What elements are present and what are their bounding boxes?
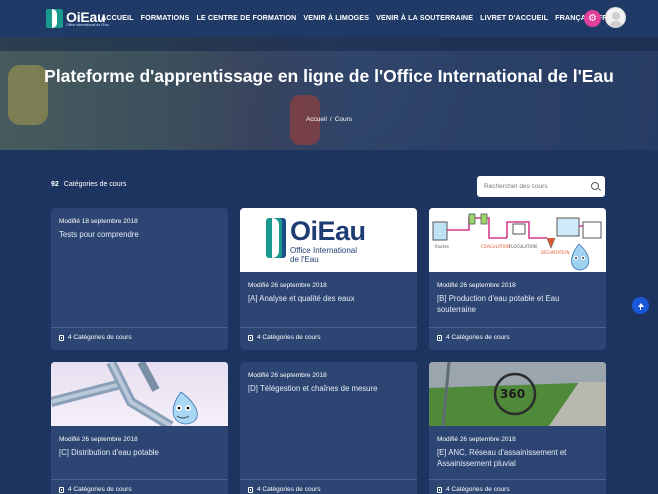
card-title[interactable]: [B] Production d'eau potable et Eau sout… bbox=[437, 293, 599, 315]
nav-item-centre-de-formation[interactable]: LE CENTRE DE FORMATION bbox=[196, 13, 296, 22]
card-image-pipes-illustration bbox=[51, 362, 228, 426]
breadcrumb-item-accueil[interactable]: Accueil bbox=[306, 116, 327, 123]
card-category-count: 4 Catégories de cours bbox=[68, 486, 132, 493]
course-card[interactable]: 360 Modifié 26 septembre 2018 [E] ANC, R… bbox=[429, 362, 606, 494]
gear-icon[interactable]: ⚙ bbox=[584, 10, 601, 27]
card-modified-date: Modifié 26 septembre 2018 bbox=[248, 372, 327, 379]
card-footer[interactable]: 4 Catégories de cours bbox=[248, 486, 321, 493]
card-title[interactable]: [D] Télégestion et chaînes de mesure bbox=[248, 383, 410, 394]
book-icon bbox=[437, 486, 442, 493]
language-label: FRANÇAIS (FR) bbox=[555, 13, 610, 22]
water-treatment-diagram: Rivière COAGULATION FLOCULATION DÉCANTAT… bbox=[432, 213, 602, 271]
card-divider bbox=[51, 327, 228, 328]
breadcrumb-separator: / bbox=[329, 116, 332, 123]
oieau-logo-icon bbox=[46, 9, 63, 28]
category-count: 92 Catégories de cours bbox=[51, 181, 126, 188]
category-count-number: 92 bbox=[51, 181, 59, 188]
card-footer[interactable]: 4 Catégories de cours bbox=[437, 486, 510, 493]
card-category-count: 4 Catégories de cours bbox=[257, 486, 321, 493]
pipe-illustration bbox=[51, 362, 198, 426]
breadcrumb-item-cours: Cours bbox=[334, 116, 353, 123]
card-title[interactable]: [C] Distribution d'eau potable bbox=[59, 447, 221, 458]
svg-text:Rivière: Rivière bbox=[435, 244, 449, 249]
card-divider bbox=[240, 327, 417, 328]
nav-item-venir-limoges[interactable]: VENIR À LIMOGES bbox=[303, 13, 369, 22]
card-category-count: 4 Catégories de cours bbox=[446, 486, 510, 493]
svg-text:FLOCULATION: FLOCULATION bbox=[509, 244, 537, 249]
page-title: Plateforme d'apprentissage en ligne de l… bbox=[44, 66, 614, 86]
card-modified-date: Modifié 26 septembre 2018 bbox=[437, 436, 516, 443]
logo-tagline: Office International de l'Eau bbox=[66, 22, 109, 27]
card-modified-date: Modifié 26 septembre 2018 bbox=[437, 282, 516, 289]
card-divider bbox=[51, 479, 228, 480]
card-category-count: 4 Catégories de cours bbox=[257, 334, 321, 341]
book-icon bbox=[248, 334, 253, 341]
course-search bbox=[477, 176, 605, 197]
card-modified-date: Modifié 26 septembre 2018 bbox=[59, 436, 138, 443]
course-card[interactable]: Modifié 26 septembre 2018 [D] Télégestio… bbox=[240, 362, 417, 494]
book-icon bbox=[59, 334, 64, 341]
category-count-label: Catégories de cours bbox=[63, 181, 127, 188]
nav-item-accueil[interactable]: ACCUEIL bbox=[101, 13, 134, 22]
arrow-up-icon bbox=[637, 302, 644, 310]
book-icon bbox=[59, 486, 64, 493]
card-footer[interactable]: 4 Catégories de cours bbox=[59, 334, 132, 341]
breadcrumb: Accueil / Cours bbox=[0, 116, 658, 123]
card-image-logo-line2: de l'Eau bbox=[290, 255, 319, 264]
top-navbar: OiEau Office International de l'Eau ACCU… bbox=[0, 0, 658, 37]
site-logo[interactable]: OiEau Office International de l'Eau bbox=[46, 9, 109, 28]
course-card[interactable]: Modifié 18 septembre 2018 Tests pour com… bbox=[51, 208, 228, 350]
card-divider bbox=[429, 479, 606, 480]
card-footer[interactable]: 4 Catégories de cours bbox=[437, 334, 510, 341]
hero-photo-overlay bbox=[0, 37, 658, 51]
search-icon[interactable] bbox=[591, 182, 599, 190]
photo-360-label: 360 bbox=[500, 387, 525, 401]
search-input[interactable] bbox=[484, 180, 584, 193]
user-avatar-icon[interactable] bbox=[605, 7, 626, 28]
svg-text:DÉCANTATION: DÉCANTATION bbox=[541, 250, 569, 255]
book-icon bbox=[437, 334, 442, 341]
card-modified-date: Modifié 18 septembre 2018 bbox=[59, 218, 138, 225]
card-footer[interactable]: 4 Catégories de cours bbox=[59, 486, 132, 493]
card-divider bbox=[240, 479, 417, 480]
card-image-oieau-logo: OiEau Office International de l'Eau bbox=[240, 208, 417, 272]
card-divider bbox=[429, 327, 606, 328]
scroll-to-top-button[interactable] bbox=[632, 297, 649, 314]
nav-item-formations[interactable]: FORMATIONS bbox=[141, 13, 190, 22]
oieau-logo-icon bbox=[266, 218, 282, 258]
card-category-count: 4 Catégories de cours bbox=[446, 334, 510, 341]
card-image-water-treatment-diagram: Rivière COAGULATION FLOCULATION DÉCANTAT… bbox=[429, 208, 606, 272]
card-image-logo-line1: Office International bbox=[290, 246, 358, 255]
photo-360-view: 360 bbox=[429, 362, 606, 426]
course-card[interactable]: Rivière COAGULATION FLOCULATION DÉCANTAT… bbox=[429, 208, 606, 350]
book-icon bbox=[248, 486, 253, 493]
course-card[interactable]: Modifié 26 septembre 2018 [C] Distributi… bbox=[51, 362, 228, 494]
svg-text:COAGULATION: COAGULATION bbox=[481, 244, 510, 249]
card-title[interactable]: [A] Analyse et qualité des eaux bbox=[248, 293, 410, 304]
card-footer[interactable]: 4 Catégories de cours bbox=[248, 334, 321, 341]
nav-links: ACCUEIL FORMATIONS LE CENTRE DE FORMATIO… bbox=[101, 13, 624, 22]
card-modified-date: Modifié 26 septembre 2018 bbox=[248, 282, 327, 289]
hero-banner: Plateforme d'apprentissage en ligne de l… bbox=[0, 37, 658, 150]
card-title[interactable]: Tests pour comprendre bbox=[59, 229, 221, 240]
card-image-logo-name: OiEau bbox=[290, 216, 366, 246]
course-card[interactable]: OiEau Office International de l'Eau Modi… bbox=[240, 208, 417, 350]
nav-item-venir-souterraine[interactable]: VENIR À LA SOUTERRAINE bbox=[376, 13, 473, 22]
card-image-360-photo: 360 bbox=[429, 362, 606, 426]
card-title[interactable]: [E] ANC, Réseau d'assainissement et Assa… bbox=[437, 447, 599, 469]
card-category-count: 4 Catégories de cours bbox=[68, 334, 132, 341]
nav-item-livret-accueil[interactable]: LIVRET D'ACCUEIL bbox=[480, 13, 548, 22]
